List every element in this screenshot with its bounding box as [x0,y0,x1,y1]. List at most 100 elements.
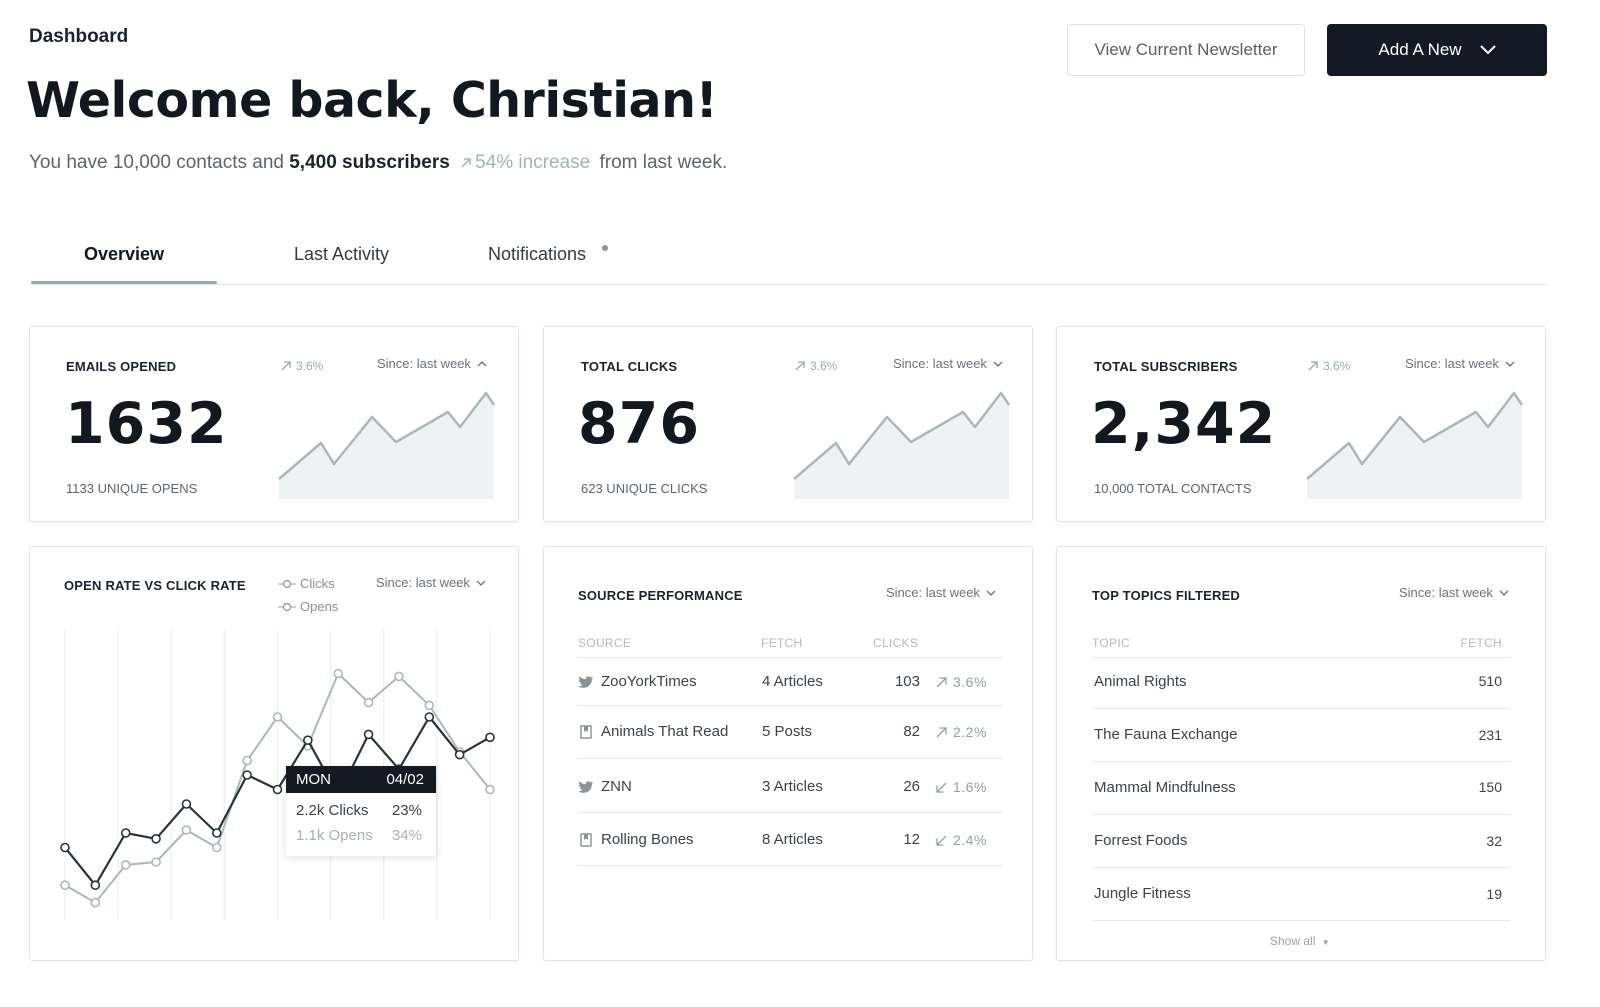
point-clicks [424,712,435,722]
total-subscribers-card: TOTAL SUBSCRIBERS 3.6% Since: last week … [1056,326,1546,522]
source-performance-card: SOURCE PERFORMANCE Since: last week SOUR… [543,546,1033,961]
subscriber-count: 5,400 subscribers [289,152,450,173]
point-opens [363,697,374,708]
source-change-value: 3.6% [953,674,987,690]
source-change-value: 2.2% [953,724,987,740]
column-header-source: SOURCE [578,636,632,650]
tooltip-opens-pct: 34% [391,827,422,844]
add-new-button[interactable]: Add A New [1327,24,1547,76]
point-opens [90,897,101,908]
tooltip-day: MON [296,771,331,788]
source-change: 2.4% [935,832,987,848]
card-title: TOP TOPICS FILTERED [1092,588,1241,603]
since-dropdown[interactable]: Since: last week [377,356,487,371]
source-name: ZooYorkTimes [601,673,697,690]
chevron-down-icon [476,580,486,586]
source-change: 2.2% [935,724,987,740]
arrow-down-left-icon [936,835,947,846]
table-divider [1092,814,1510,815]
stat-subcaption: 623 UNIQUE CLICKS [581,481,708,496]
total-clicks-card: TOTAL CLICKS 3.6% Since: last week 876 6… [543,326,1033,522]
source-clicks: 26 [903,778,920,795]
topic-name: Mammal Mindfulness [1094,779,1236,796]
tab-notifications[interactable]: Notifications [488,244,586,265]
breadcrumb: Dashboard [29,26,129,47]
point-clicks [120,828,131,838]
source-change-value: 2.4% [953,832,987,848]
since-dropdown[interactable]: Since: last week [1405,356,1515,371]
summary-prefix: You have 10,000 contacts and [29,152,284,173]
trend-value: 3.6% [810,359,838,373]
source-clicks: 12 [903,831,920,848]
since-dropdown[interactable]: Since: last week [893,356,1003,371]
point-clicks [485,732,495,743]
point-opens [424,700,435,711]
card-title: OPEN RATE VS CLICK RATE [64,578,246,593]
source-fetch: 5 Posts [762,723,813,740]
table-divider [578,705,1002,706]
since-dropdown[interactable]: Since: last week [376,575,486,590]
increase-indicator: 54% increase [459,152,595,173]
legend-clicks: Clicks [278,572,338,595]
table-divider [1092,761,1510,762]
tooltip-clicks-row: 2.2k Clicks 23% [286,798,436,823]
arrow-down-left-icon [936,782,947,793]
tooltip-clicks-value: 2.2k Clicks [296,802,369,819]
view-current-newsletter-button[interactable]: View Current Newsletter [1067,24,1305,76]
source-name: ZNN [601,778,632,795]
source-clicks: 103 [894,673,920,690]
show-all-link[interactable]: Show all ▼ [1270,934,1330,948]
tab-overview[interactable]: Overview [84,244,164,265]
card-title: SOURCE PERFORMANCE [578,588,743,603]
source-name: Rolling Bones [601,831,694,848]
add-new-label: Add A New [1378,40,1462,59]
trend-indicator: 3.6% [1307,359,1350,373]
column-header-clicks: CLICKS [873,636,919,650]
point-clicks [454,749,465,760]
topic-fetch: 231 [1478,727,1502,743]
point-opens [181,825,192,835]
sparkline-chart [793,391,1011,499]
point-clicks [151,834,161,844]
chevron-down-icon [1505,361,1515,367]
bookmark-icon [580,833,592,847]
since-label: Since: last week [893,356,987,371]
twitter-icon [578,676,593,688]
summary-text: You have 10,000 contacts and 5,400 subsc… [29,152,727,174]
since-label: Since: last week [376,575,470,590]
column-header-fetch: FETCH [1460,636,1502,650]
chevron-down-icon [993,361,1003,367]
stat-value: 1632 [65,391,228,457]
point-clicks [60,842,70,853]
source-fetch: 8 Articles [762,831,823,848]
point-clicks [90,880,101,891]
top-topics-card: TOP TOPICS FILTERED Since: last week TOP… [1056,546,1546,961]
arrow-up-right-icon [795,361,805,371]
point-opens [394,671,404,682]
tab-last-activity[interactable]: Last Activity [294,244,389,265]
point-clicks [242,770,252,780]
tooltip-clicks-pct: 23% [391,802,422,819]
stat-value: 2,342 [1091,391,1277,457]
emails-opened-card: EMAILS OPENED 3.6% Since: last week 1632… [29,326,519,522]
topic-name: Jungle Fitness [1094,885,1191,902]
twitter-icon [578,781,593,793]
point-opens [151,857,161,867]
since-label: Since: last week [886,585,980,600]
topic-fetch: 510 [1478,673,1502,689]
since-dropdown[interactable]: Since: last week [886,585,996,600]
arrow-up-right-icon [936,676,947,687]
notification-indicator [602,245,608,251]
point-opens [211,842,222,853]
arrow-up-right-icon [1308,361,1318,371]
topic-name: Forrest Foods [1094,832,1188,849]
topic-fetch: 19 [1486,886,1502,902]
chevron-down-icon [986,590,996,596]
point-opens [333,668,344,679]
source-fetch: 3 Articles [762,778,823,795]
card-title: EMAILS OPENED [66,359,177,374]
trend-value: 3.6% [1323,359,1351,373]
since-dropdown[interactable]: Since: last week [1399,585,1509,600]
chevron-down-icon [1479,45,1496,55]
stat-value: 876 [578,391,700,457]
